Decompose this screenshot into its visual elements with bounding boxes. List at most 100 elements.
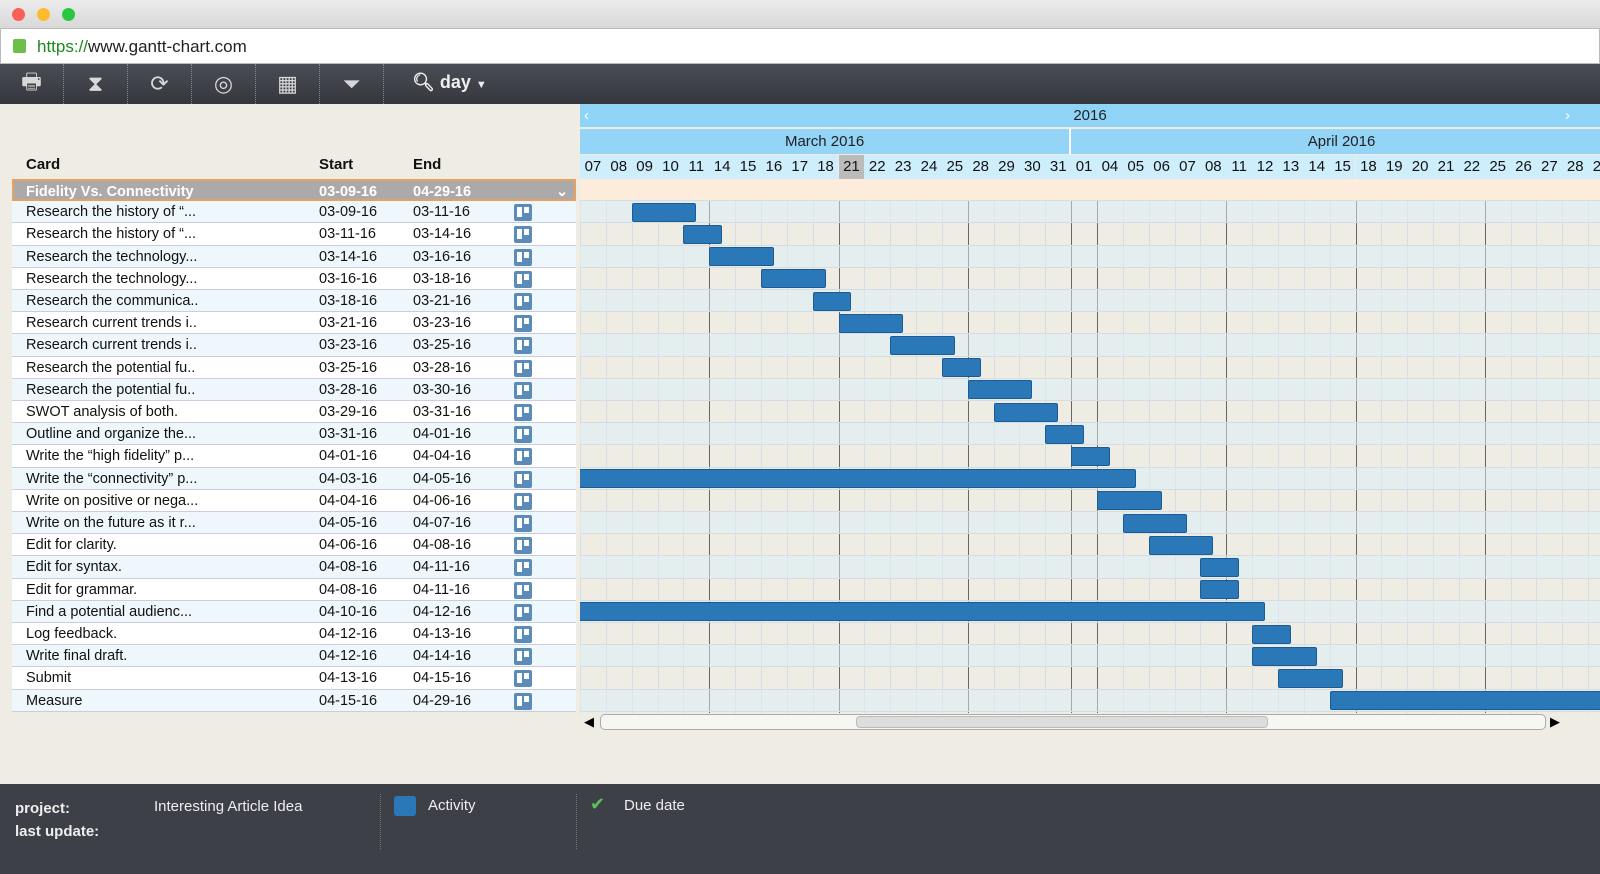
- scrollbar-thumb[interactable]: [856, 716, 1268, 728]
- task-row[interactable]: Write final draft. 04-12-16 04-14-16: [12, 645, 576, 668]
- task-row[interactable]: Write on the future as it r... 04-05-16 04…: [12, 512, 576, 535]
- maximize-window-button[interactable]: [62, 8, 75, 21]
- refresh-icon[interactable]: ⟳: [128, 64, 192, 104]
- day-header: 25: [941, 155, 968, 179]
- trello-card-icon[interactable]: [514, 470, 532, 488]
- task-bar[interactable]: [1200, 557, 1240, 577]
- task-bar[interactable]: [1045, 424, 1085, 444]
- filter-icon[interactable]: ⏷: [320, 64, 384, 104]
- trello-card-icon[interactable]: [514, 359, 532, 377]
- task-row[interactable]: Measure 04-15-16 04-29-16: [12, 689, 576, 712]
- zoom-level: day: [439, 72, 471, 92]
- task-row[interactable]: Research the potential fu.. 03-25-16 03-28…: [12, 356, 576, 379]
- task-bar[interactable]: [760, 269, 826, 289]
- task-row[interactable]: Outline and organize the... 03-31-16 04-01…: [12, 423, 576, 446]
- trello-card-icon[interactable]: [514, 293, 532, 310]
- trello-card-icon[interactable]: [514, 270, 532, 288]
- trello-card-icon[interactable]: [514, 381, 532, 399]
- task-row[interactable]: Find a potential audienc... 04-10-16 04-12…: [12, 600, 576, 623]
- task-bar[interactable]: [1097, 491, 1162, 511]
- day-header: 17: [786, 155, 813, 179]
- trello-card-icon[interactable]: [514, 670, 532, 688]
- task-row[interactable]: Research the history of “... 03-11-16 03-1…: [12, 223, 576, 246]
- chevron-down-icon[interactable]: ⌄: [556, 184, 568, 200]
- task-bar[interactable]: [838, 313, 904, 333]
- day-header: 21: [838, 155, 865, 179]
- task-row[interactable]: Research the potential fu.. 03-28-16 03-30…: [12, 378, 576, 401]
- task-bar[interactable]: [1252, 624, 1291, 644]
- task-bar[interactable]: [993, 402, 1059, 422]
- task-bar[interactable]: [1122, 513, 1188, 533]
- header-end[interactable]: End: [413, 156, 441, 173]
- day-header: 06: [1148, 155, 1175, 179]
- task-row[interactable]: Edit for clarity. 04-06-16 04-08-16: [12, 534, 576, 557]
- next-arrow-icon[interactable]: ›: [1565, 107, 1570, 124]
- trello-card-icon[interactable]: [514, 537, 532, 555]
- project-end: 04-29-16: [413, 184, 472, 200]
- task-bar[interactable]: [683, 224, 723, 244]
- task-bar[interactable]: [631, 202, 697, 222]
- header-card[interactable]: Card: [26, 156, 60, 173]
- task-row[interactable]: Research the communica.. 03-18-16 03-21-16: [12, 290, 576, 313]
- task-bar[interactable]: [1252, 646, 1317, 666]
- trello-card-icon[interactable]: [514, 248, 532, 266]
- task-row[interactable]: Research current trends i.. 03-23-16 03-25…: [12, 334, 576, 357]
- scroll-right-icon[interactable]: ▶: [1550, 714, 1560, 730]
- project-row[interactable]: Fidelity Vs. Connectivity 03-09-16 04-29-1…: [12, 179, 576, 202]
- header-start[interactable]: Start: [319, 156, 353, 173]
- horizontal-scrollbar[interactable]: [600, 714, 1546, 730]
- minimize-window-button[interactable]: [37, 8, 50, 21]
- task-row[interactable]: Research the technology... 03-14-16 03-16-…: [12, 245, 576, 268]
- task-row[interactable]: Research the technology... 03-16-16 03-18-…: [12, 267, 576, 290]
- task-bar[interactable]: [1071, 446, 1110, 466]
- task-start: 04-05-16: [319, 515, 378, 531]
- task-row[interactable]: Write the “connectivity” p... 04-03-16 04-…: [12, 467, 576, 490]
- trello-card-icon[interactable]: [514, 492, 532, 510]
- trello-card-icon[interactable]: [514, 692, 532, 710]
- task-row[interactable]: Edit for syntax. 04-08-16 04-11-16: [12, 556, 576, 579]
- task-row[interactable]: Research the history of “... 03-09-16 03-1…: [12, 201, 576, 224]
- task-bar[interactable]: [1277, 668, 1343, 688]
- task-row[interactable]: Edit for grammar. 04-08-16 04-11-16: [12, 578, 576, 601]
- task-bar[interactable]: [1329, 691, 1600, 711]
- task-bar[interactable]: [580, 469, 1136, 489]
- zoom-dropdown[interactable]: 🔍︎ day ▼: [412, 72, 487, 93]
- task-row[interactable]: Research current trends i.. 03-21-16 03-23…: [12, 312, 576, 335]
- task-row[interactable]: Log feedback. 04-12-16 04-13-16: [12, 623, 576, 646]
- task-bar[interactable]: [580, 602, 1266, 622]
- trello-card-icon[interactable]: [514, 581, 532, 599]
- calendar-icon[interactable]: ▦: [256, 64, 320, 104]
- trello-card-icon[interactable]: [514, 337, 532, 355]
- trello-card-icon[interactable]: [514, 626, 532, 643]
- address-bar[interactable]: https://www.gantt-chart.com: [0, 28, 1600, 64]
- close-window-button[interactable]: [12, 8, 25, 21]
- trello-card-icon[interactable]: [514, 448, 532, 466]
- task-start: 03-29-16: [319, 404, 378, 420]
- trello-card-icon[interactable]: [514, 559, 532, 577]
- task-bar[interactable]: [1200, 580, 1240, 600]
- export-icon[interactable]: ⧗: [64, 64, 128, 104]
- task-bar[interactable]: [890, 335, 955, 355]
- trello-card-icon[interactable]: [514, 204, 532, 222]
- task-bar[interactable]: [967, 380, 1033, 400]
- task-row[interactable]: Write on positive or nega... 04-04-16 04-0…: [12, 489, 576, 512]
- trello-card-icon[interactable]: [514, 648, 532, 666]
- trello-card-icon[interactable]: [514, 226, 532, 244]
- trello-card-icon[interactable]: [514, 315, 532, 333]
- task-row[interactable]: Write the “high fidelity” p... 04-01-16 04…: [12, 445, 576, 468]
- target-icon[interactable]: ◎: [192, 64, 256, 104]
- task-bar[interactable]: [1148, 535, 1214, 555]
- task-row[interactable]: SWOT analysis of both. 03-29-16 03-31-16: [12, 401, 576, 424]
- task-bar[interactable]: [709, 247, 774, 267]
- task-start: 03-16-16: [319, 270, 378, 287]
- trello-card-icon[interactable]: [514, 426, 532, 444]
- print-icon[interactable]: 🖶: [0, 64, 64, 104]
- trello-card-icon[interactable]: [514, 404, 532, 421]
- task-row[interactable]: Submit 04-13-16 04-15-16: [12, 667, 576, 690]
- prev-arrow-icon[interactable]: ‹: [584, 107, 589, 124]
- trello-card-icon[interactable]: [514, 515, 532, 532]
- task-bar[interactable]: [941, 358, 981, 378]
- trello-card-icon[interactable]: [514, 603, 532, 621]
- scroll-left-icon[interactable]: ◀: [584, 714, 594, 730]
- task-bar[interactable]: [812, 291, 852, 311]
